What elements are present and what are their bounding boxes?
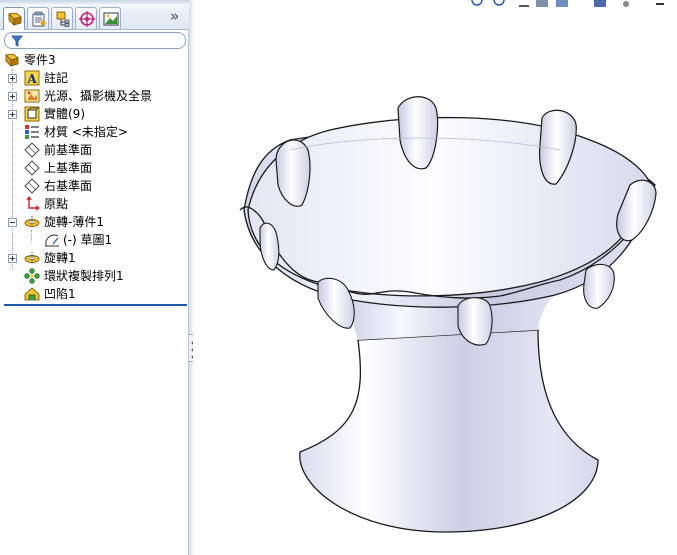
origin-icon [26, 196, 40, 211]
tree-item-annotations[interactable]: A 註記 [0, 69, 189, 87]
tree-item-material[interactable]: 材質 <未指定> [0, 123, 189, 141]
material-icon [25, 125, 39, 139]
tree-item-label: 材質 <未指定> [44, 125, 128, 139]
tree-item-label: 光源、攝影機及全景 [44, 89, 153, 103]
expand-toggle[interactable] [8, 254, 17, 263]
plane-icon [24, 178, 40, 194]
bowl-on-pedestal-model[interactable] [193, 0, 677, 555]
configuration-manager-icon [56, 11, 70, 27]
tree-item-label: 右基準面 [44, 179, 93, 193]
tree-item-label: 原點 [44, 197, 69, 211]
filter-icon [11, 35, 23, 47]
tree-item-label: 凹陷1 [44, 287, 76, 301]
tab-configuration-manager[interactable] [51, 7, 73, 29]
indent-icon [24, 287, 40, 301]
tab-feature-manager[interactable] [3, 7, 25, 30]
tab-display-manager[interactable] [99, 7, 121, 29]
feature-manager-tabbar: » [0, 4, 189, 30]
collapse-toggle[interactable] [8, 218, 17, 227]
tab-property-manager[interactable] [27, 7, 49, 29]
tree-filter-input[interactable] [4, 32, 186, 49]
circular-pattern-icon [24, 268, 40, 284]
svg-text:A: A [26, 72, 37, 86]
tree-item-label: 註記 [44, 71, 69, 85]
sketch-icon [45, 234, 59, 247]
lights-cameras-scene-icon [24, 89, 40, 103]
tree-item-solid-bodies[interactable]: 實體(9) [0, 105, 189, 123]
tree-item-front-plane[interactable]: 前基準面 [0, 141, 189, 159]
tree-item-revolve-thin[interactable]: 旋轉-薄件1 [0, 213, 189, 231]
dimxpert-icon [79, 11, 95, 27]
display-manager-icon [103, 12, 119, 26]
tree-item-lights-cameras-scene[interactable]: 光源、攝影機及全景 [0, 87, 189, 105]
annotations-icon: A [24, 70, 40, 86]
property-manager-icon [32, 11, 46, 27]
rollback-bar[interactable] [4, 304, 187, 306]
revolve-icon [24, 252, 40, 264]
graphics-area[interactable] [193, 0, 677, 555]
solid-bodies-icon [24, 106, 40, 122]
expand-toggle[interactable] [8, 74, 17, 83]
tree-item-label: 零件3 [24, 53, 56, 67]
tree-item-origin[interactable]: 原點 [0, 195, 189, 213]
tree-item-label: 旋轉-薄件1 [44, 215, 104, 229]
tree-item-label: 實體(9) [44, 107, 85, 121]
tree-item-indent[interactable]: 凹陷1 [0, 285, 189, 303]
feature-manager-panel: » 零件3 A 註記 光源、攝影機及全景 實體(9) 材質 <未指定> 前基準面… [0, 0, 189, 555]
tree-item-revolve[interactable]: 旋轉1 [0, 249, 189, 267]
tree-item-part[interactable]: 零件3 [0, 51, 189, 69]
revolve-thin-icon [24, 216, 40, 228]
tab-dimxpert-manager[interactable] [75, 7, 97, 29]
tree-item-right-plane[interactable]: 右基準面 [0, 177, 189, 195]
plane-icon [24, 142, 40, 158]
tree-item-top-plane[interactable]: 上基準面 [0, 159, 189, 177]
tree-item-label: 旋轉1 [44, 251, 76, 265]
tree-item-label: 環狀複製排列1 [44, 269, 124, 283]
plane-icon [24, 160, 40, 176]
feature-tree-icon [8, 12, 22, 26]
tab-overflow-button[interactable]: » [170, 9, 184, 25]
tree-item-label: 上基準面 [44, 161, 93, 175]
part-icon [5, 53, 19, 67]
tree-item-label: (-) 草圖1 [63, 233, 113, 247]
tree-item-circular-pattern[interactable]: 環狀複製排列1 [0, 267, 189, 285]
expand-toggle[interactable] [8, 92, 17, 101]
tree-item-sketch[interactable]: (-) 草圖1 [0, 231, 189, 249]
expand-toggle[interactable] [8, 110, 17, 119]
tree-item-label: 前基準面 [44, 143, 93, 157]
